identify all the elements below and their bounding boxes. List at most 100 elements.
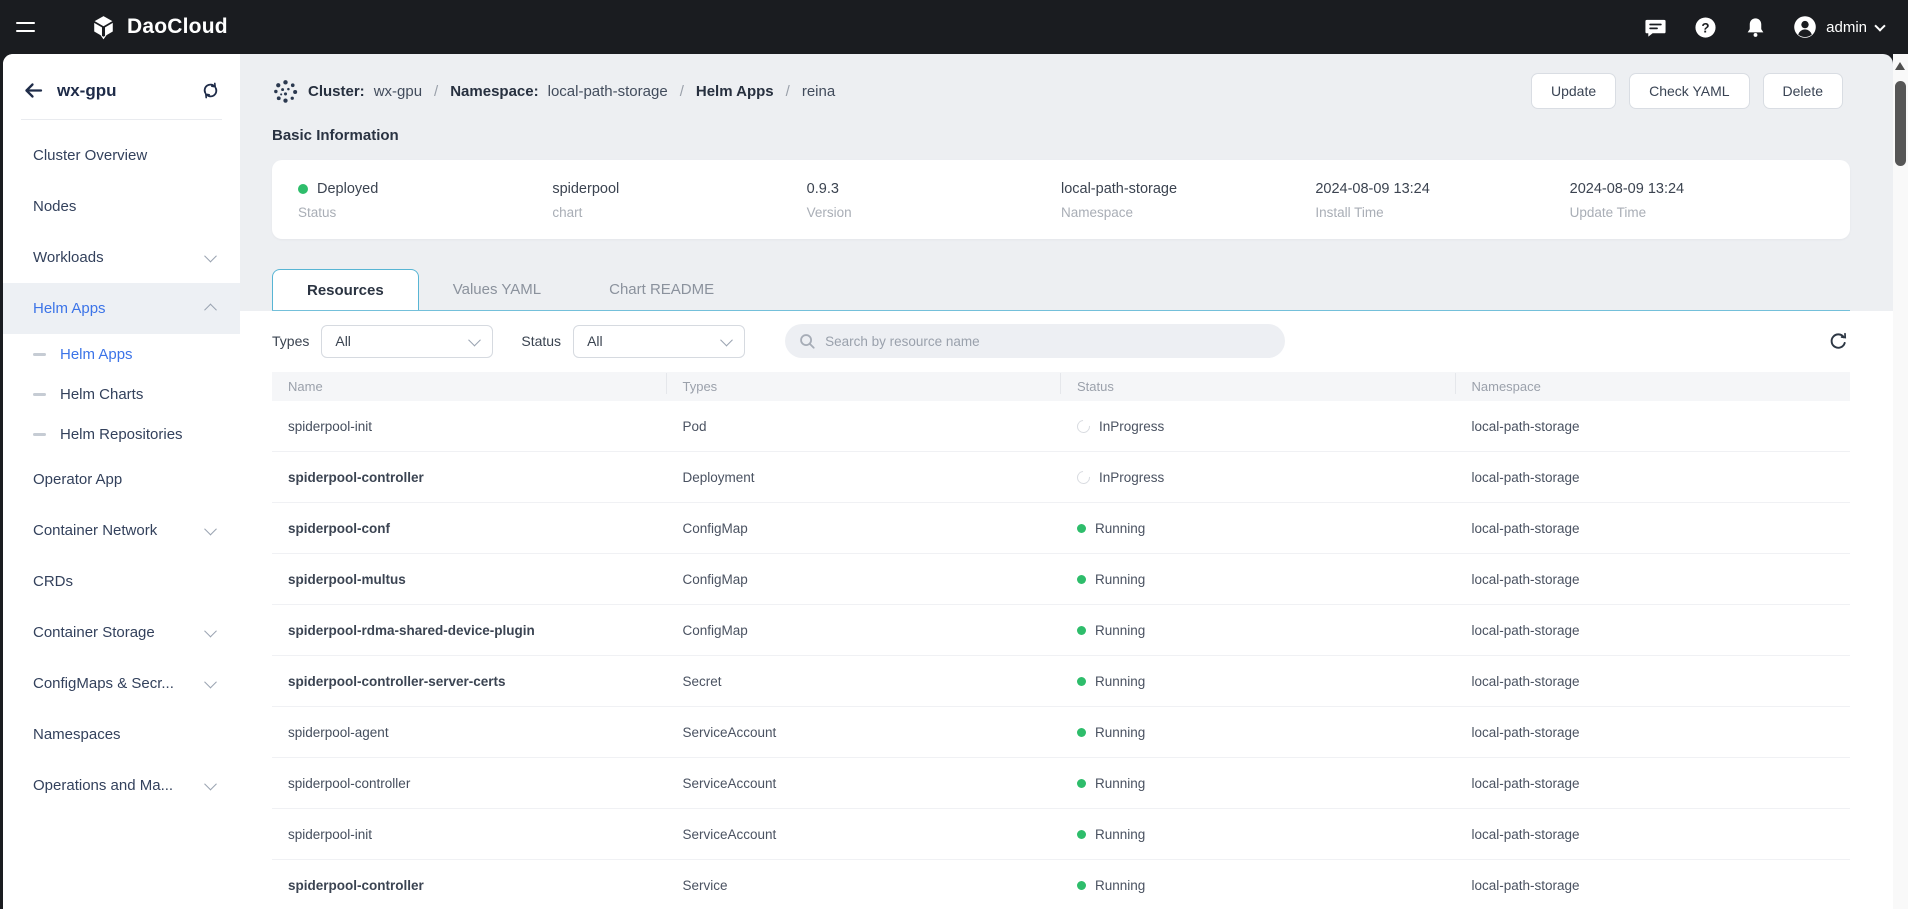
tabs: ResourcesValues YAMLChart README (272, 269, 1850, 311)
info-value: spiderpool (552, 181, 806, 197)
search-box (785, 324, 1285, 358)
status-text: Running (1095, 623, 1145, 638)
in-progress-spinner-icon (1074, 419, 1092, 434)
cell-type: ServiceAccount (667, 827, 1062, 842)
sidebar-item-workloads[interactable]: Workloads (3, 232, 240, 283)
info-value: local-path-storage (1061, 181, 1315, 197)
sidebar-item-container-network[interactable]: Container Network (3, 505, 240, 556)
bell-icon[interactable] (1743, 15, 1767, 39)
status-text: Running (1095, 878, 1145, 893)
sidebar-subitem-helm-charts[interactable]: Helm Charts (3, 374, 240, 414)
cell-status: Running (1061, 623, 1456, 638)
page-actions: Update Check YAML Delete (1531, 73, 1843, 109)
sidebar-item-nodes[interactable]: Nodes (3, 181, 240, 232)
status-filter-label: Status (521, 333, 561, 349)
sidebar-item-label: Workloads (33, 249, 206, 266)
status-text: InProgress (1099, 419, 1164, 434)
breadcrumb-segment-namespace: Namespace: (450, 83, 538, 100)
running-dot-icon (1077, 830, 1086, 839)
sidebar-item-cluster-overview[interactable]: Cluster Overview (3, 130, 240, 181)
table-row: spiderpool-confConfigMapRunninglocal-pat… (272, 503, 1850, 554)
status-select[interactable]: All (573, 325, 745, 358)
info-value: 2024-08-09 13:24 (1315, 181, 1569, 197)
info-field-install-time: 2024-08-09 13:24Install Time (1315, 181, 1569, 220)
cell-name: spiderpool-controller (272, 470, 667, 485)
cell-name: spiderpool-agent (272, 725, 667, 740)
status-badge: InProgress (1077, 470, 1456, 485)
dash-icon (33, 353, 46, 356)
tab-resources[interactable]: Resources (272, 269, 419, 310)
cell-namespace: local-path-storage (1456, 878, 1851, 893)
info-value-text: 2024-08-09 13:24 (1315, 181, 1430, 197)
cell-type: Service (667, 878, 1062, 893)
sidebar-subitem-label: Helm Charts (60, 386, 143, 403)
types-select[interactable]: All (321, 325, 493, 358)
running-dot-icon (1077, 881, 1086, 890)
search-input[interactable] (825, 334, 1271, 349)
refresh-icon[interactable] (1826, 329, 1850, 353)
table-row: spiderpool-initServiceAccountRunningloca… (272, 809, 1850, 860)
tab-values-yaml[interactable]: Values YAML (419, 269, 575, 310)
breadcrumb-segment-wx-gpu[interactable]: wx-gpu (374, 83, 422, 100)
info-value: 0.9.3 (807, 181, 1061, 197)
cell-status: Running (1061, 878, 1456, 893)
status-text: Running (1095, 674, 1145, 689)
tab-chart-readme[interactable]: Chart README (575, 269, 748, 310)
sidebar-item-operator-app[interactable]: Operator App (3, 454, 240, 505)
table-header: NameTypesStatusNamespace (272, 372, 1850, 401)
running-dot-icon (1077, 779, 1086, 788)
back-arrow-icon[interactable] (23, 80, 44, 101)
info-value-text: 0.9.3 (807, 181, 839, 197)
sidebar-item-crds[interactable]: CRDs (3, 556, 240, 607)
help-icon[interactable]: ? (1693, 15, 1717, 39)
top-header: DaoCloud ? (0, 0, 1908, 54)
cell-status: Running (1061, 521, 1456, 536)
update-button[interactable]: Update (1531, 73, 1616, 109)
chevron-down-icon (204, 778, 217, 791)
cell-status: Running (1061, 674, 1456, 689)
check-yaml-button[interactable]: Check YAML (1629, 73, 1749, 109)
sidebar-item-namespaces[interactable]: Namespaces (3, 709, 240, 760)
hamburger-menu-icon[interactable] (16, 12, 46, 42)
running-dot-icon (1077, 677, 1086, 686)
cluster-icon (272, 78, 299, 105)
info-field-chart: spiderpoolchart (552, 181, 806, 220)
cell-namespace: local-path-storage (1456, 572, 1851, 587)
table-body: spiderpool-initPodInProgresslocal-path-s… (272, 401, 1850, 909)
scrollbar-up-arrow[interactable] (1895, 62, 1905, 70)
breadcrumb-segment-local-path-storage[interactable]: local-path-storage (548, 83, 668, 100)
breadcrumb-segment-helm-apps[interactable]: Helm Apps (696, 83, 774, 100)
chat-icon[interactable] (1643, 15, 1667, 39)
sidebar-subitem-helm-repositories[interactable]: Helm Repositories (3, 414, 240, 454)
cell-namespace: local-path-storage (1456, 674, 1851, 689)
info-value-text: 2024-08-09 13:24 (1570, 181, 1685, 197)
chevron-down-icon (204, 676, 217, 689)
cell-status: Running (1061, 827, 1456, 842)
cell-namespace: local-path-storage (1456, 725, 1851, 740)
info-value-text: local-path-storage (1061, 181, 1177, 197)
column-header-status: Status (1061, 379, 1456, 394)
info-field-version: 0.9.3Version (807, 181, 1061, 220)
scrollbar-thumb[interactable] (1895, 81, 1906, 166)
sidebar-item-label: Nodes (33, 198, 215, 215)
sidebar-nav: Cluster OverviewNodesWorkloadsHelm AppsH… (3, 120, 240, 811)
sidebar-item-container-storage[interactable]: Container Storage (3, 607, 240, 658)
breadcrumb-separator: / (434, 83, 438, 100)
delete-button[interactable]: Delete (1763, 73, 1843, 109)
status-badge: Running (1077, 878, 1456, 893)
sidebar-item-operations-and-ma[interactable]: Operations and Ma... (3, 760, 240, 811)
types-select-value: All (335, 333, 351, 349)
cell-type: ConfigMap (667, 623, 1062, 638)
table-row: spiderpool-multusConfigMapRunninglocal-p… (272, 554, 1850, 605)
user-menu[interactable]: admin (1793, 15, 1884, 39)
table-row: spiderpool-controllerServiceAccountRunni… (272, 758, 1850, 809)
switch-cluster-icon[interactable] (201, 81, 220, 100)
cell-status: Running (1061, 572, 1456, 587)
status-badge: Running (1077, 623, 1456, 638)
cell-name: spiderpool-conf (272, 521, 667, 536)
sidebar-item-helm-apps[interactable]: Helm Apps (3, 283, 240, 334)
sidebar-item-configmaps-secr[interactable]: ConfigMaps & Secr... (3, 658, 240, 709)
sidebar-subitem-label: Helm Repositories (60, 426, 183, 443)
running-dot-icon (1077, 626, 1086, 635)
sidebar-subitem-helm-apps[interactable]: Helm Apps (3, 334, 240, 374)
